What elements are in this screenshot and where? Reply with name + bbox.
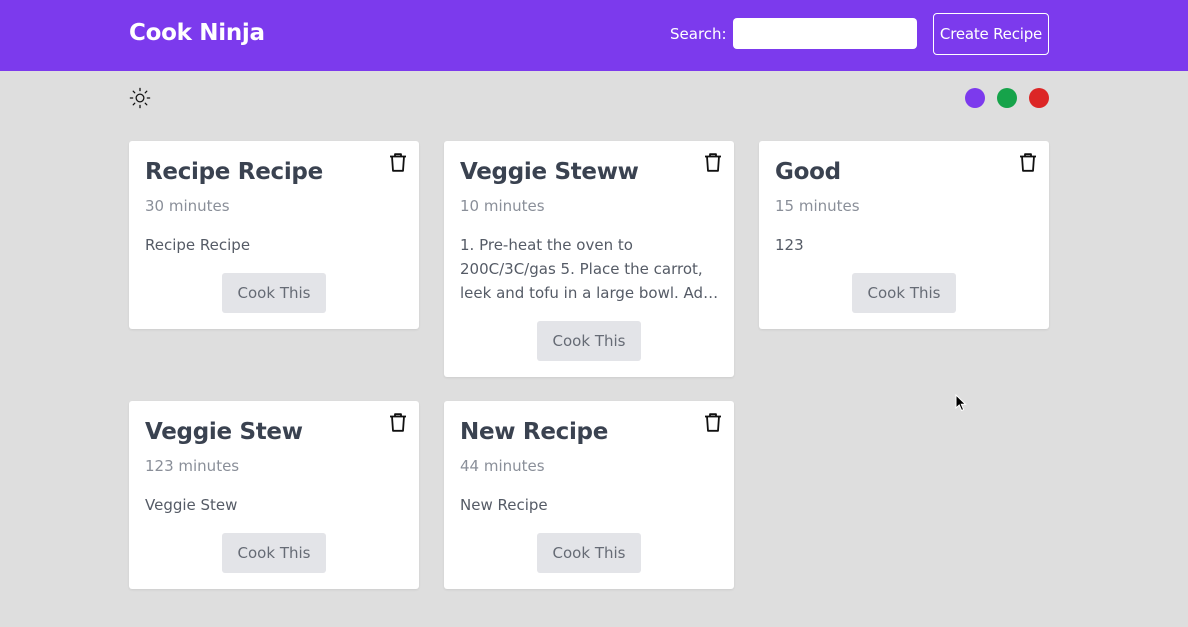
- recipe-cooking-time: 15 minutes: [775, 197, 860, 215]
- recipe-title: Good: [775, 159, 841, 185]
- trash-icon[interactable]: [389, 413, 407, 432]
- search-label: Search:: [670, 25, 727, 43]
- recipe-card: Good 15 minutes 123 Cook This: [759, 141, 1049, 329]
- trash-icon[interactable]: [389, 153, 407, 172]
- trash-icon[interactable]: [1019, 153, 1037, 172]
- recipe-cooking-time: 44 minutes: [460, 457, 545, 475]
- recipe-title: Recipe Recipe: [145, 159, 323, 185]
- recipe-cooking-time: 30 minutes: [145, 197, 230, 215]
- recipe-title: New Recipe: [460, 419, 608, 445]
- recipe-card: New Recipe 44 minutes New Recipe Cook Th…: [444, 401, 734, 589]
- recipe-card: Veggie Steww 10 minutes 1. Pre-heat the …: [444, 141, 734, 377]
- cook-this-button[interactable]: Cook This: [537, 321, 641, 361]
- brand-logo[interactable]: Cook Ninja: [129, 20, 265, 46]
- cook-this-button[interactable]: Cook This: [852, 273, 956, 313]
- search-input[interactable]: [733, 18, 917, 49]
- recipe-title: Veggie Steww: [460, 159, 639, 185]
- color-option-green[interactable]: [997, 88, 1017, 108]
- cook-this-button[interactable]: Cook This: [222, 533, 326, 573]
- recipe-method: Veggie Stew: [145, 496, 238, 514]
- cook-this-button[interactable]: Cook This: [537, 533, 641, 573]
- trash-icon[interactable]: [704, 413, 722, 432]
- trash-icon[interactable]: [704, 153, 722, 172]
- cook-this-button[interactable]: Cook This: [222, 273, 326, 313]
- recipe-card: Veggie Stew 123 minutes Veggie Stew Cook…: [129, 401, 419, 589]
- recipe-cooking-time: 123 minutes: [145, 457, 240, 475]
- recipe-cooking-time: 10 minutes: [460, 197, 545, 215]
- recipe-method: Recipe Recipe: [145, 236, 251, 254]
- recipe-card: Recipe Recipe 30 minutes Recipe Recipe C…: [129, 141, 419, 329]
- navbar: Cook Ninja Search: Create Recipe: [0, 0, 1188, 71]
- create-recipe-button[interactable]: Create Recipe: [933, 13, 1049, 55]
- recipe-title: Veggie Stew: [145, 419, 303, 445]
- color-option-red[interactable]: [1029, 88, 1049, 108]
- recipe-method: New Recipe: [460, 496, 548, 514]
- recipe-method: 1. Pre-heat the oven to 200C/3C/gas 5. P…: [460, 236, 713, 302]
- recipe-method: 123: [775, 236, 804, 254]
- mouse-cursor-icon: [955, 393, 967, 412]
- color-option-purple[interactable]: [965, 88, 985, 108]
- sun-icon[interactable]: [129, 87, 151, 109]
